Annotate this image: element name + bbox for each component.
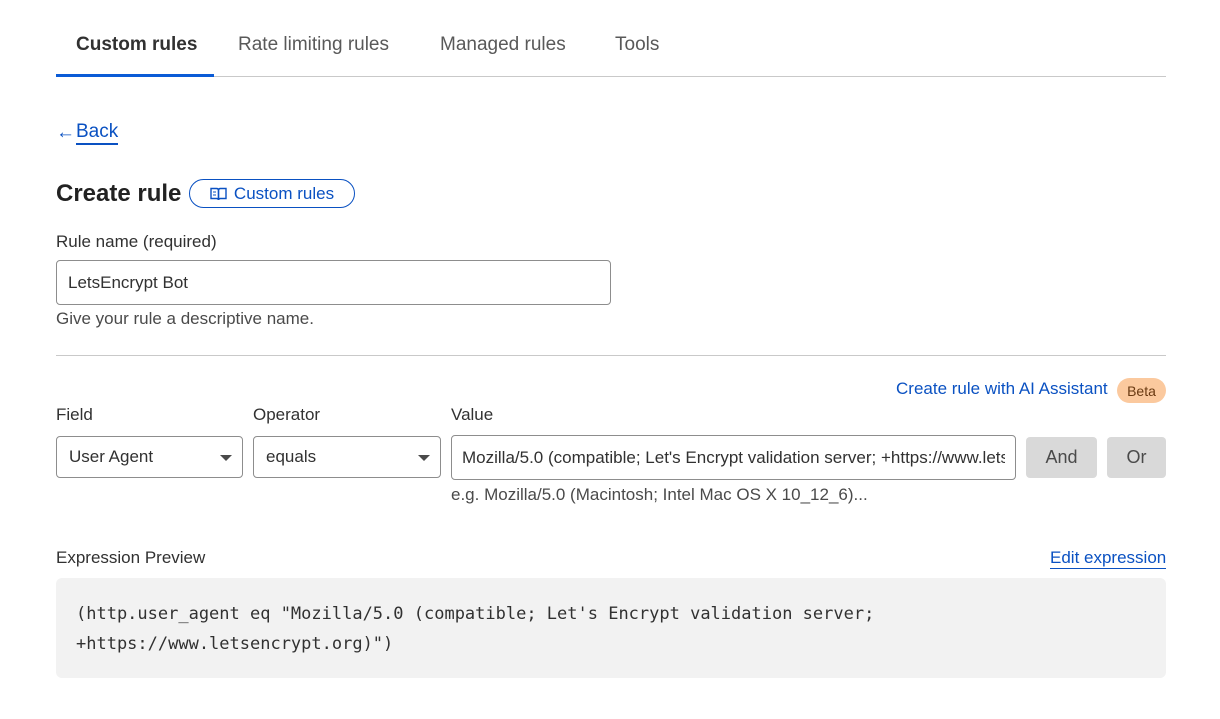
rule-name-input[interactable] [56,260,611,305]
or-button[interactable]: Or [1107,437,1166,478]
field-select-value: User Agent [69,447,154,466]
tab-managed-rules[interactable]: Managed rules [440,34,566,56]
ai-assistant-link[interactable]: Create rule with AI Assistant [896,379,1108,399]
active-tab-indicator [56,74,214,77]
expression-preview-label: Expression Preview [56,548,206,567]
section-divider [56,355,1166,356]
beta-badge: Beta [1117,378,1166,403]
chevron-down-icon [220,455,232,461]
expression-preview-code: (http.user_agent eq "Mozilla/5.0 (compat… [56,578,1166,678]
and-button[interactable]: And [1026,437,1097,478]
chevron-down-icon [418,455,430,461]
edit-expression-link[interactable]: Edit expression [1050,548,1167,569]
field-select[interactable]: User Agent [56,436,243,478]
book-icon [210,187,227,200]
operator-select-value: equals [266,447,317,466]
value-example-hint: e.g. Mozilla/5.0 (Macintosh; Intel Mac O… [451,485,868,504]
tab-custom-rules[interactable]: Custom rules [76,34,197,56]
operator-select[interactable]: equals [253,436,441,478]
value-label: Value [451,405,494,424]
back-label: Back [76,121,119,145]
docs-link-label: Custom rules [233,183,335,203]
custom-rules-docs-link[interactable]: Custom rules [189,179,355,208]
tab-rate-limiting-rules[interactable]: Rate limiting rules [238,34,389,56]
tab-tools[interactable]: Tools [615,34,659,56]
tab-bar: Custom rules Rate limiting rules Managed… [56,0,1166,77]
value-input[interactable] [451,435,1016,480]
back-link[interactable]: ← Back [56,121,119,145]
page-title: Create rule [56,180,182,207]
rule-name-label: Rule name (required) [56,232,217,251]
field-label: Field [56,405,93,424]
rule-name-hint: Give your rule a descriptive name. [56,309,314,328]
arrow-left-icon: ← [56,122,75,143]
operator-label: Operator [253,405,321,424]
